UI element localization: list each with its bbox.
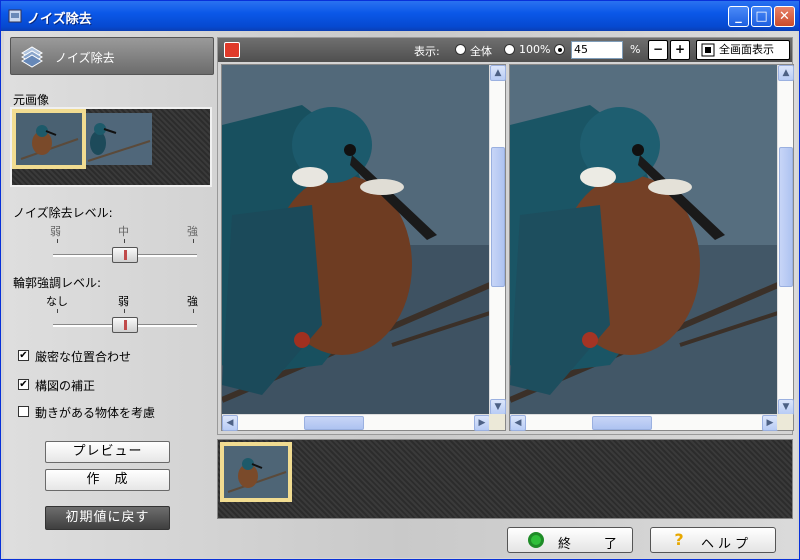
fullscreen-label: 全画面表示 [719,43,774,56]
horizontal-scroll-thumb[interactable] [304,416,364,430]
create-button[interactable]: 作 成 [45,469,170,491]
result-filmstrip [217,439,793,519]
scroll-up-icon[interactable]: ▲ [490,65,506,81]
vertical-scroll-thumb[interactable] [779,147,793,287]
before-horizontal-scrollbar[interactable]: ◀ ▶ [222,414,490,431]
zoom-out-icon[interactable]: − [648,40,668,60]
tick [193,239,194,243]
percent-label: % [630,43,641,56]
before-image [222,65,490,415]
scroll-right-icon[interactable]: ▶ [762,415,778,431]
edge-scale-none: なし [46,295,68,308]
reset-defaults-button[interactable]: 初期値に戻す [45,506,170,530]
source-thumbnail-1[interactable] [12,109,86,169]
image-viewer: 表示: 全体 100% 45 % − + 全画面表示 ▲ ▼ ◀ ▶ ▲ ▼ ◀… [217,37,794,435]
precise-align-checkbox[interactable]: ✔ [18,350,29,361]
precise-align-label: 厳密な位置合わせ [35,350,132,364]
bird-thumbnail-image [86,113,152,165]
source-thumbnails [10,107,212,187]
radio-100[interactable] [504,44,515,55]
zoom-spinbox[interactable]: 45 [571,41,623,59]
help-label: ヘルプ [701,537,753,552]
close-button[interactable]: ✕ [774,6,795,27]
minimize-button[interactable]: _ [728,6,749,27]
tick [57,239,58,243]
client-area: ノイズ除去 元画像 ノイズ除去レベル: 弱 中 強 輪郭強調レベル: なし 弱 … [4,31,797,558]
bird-thumbnail-image [16,113,82,165]
radio-100-label: 100% [519,43,551,56]
noise-scale-weak: 弱 [50,225,61,238]
moving-object-checkbox[interactable] [18,406,29,417]
radio-fit-all[interactable] [455,44,466,55]
noise-scale-mid: 中 [118,225,129,238]
scroll-right-icon[interactable]: ▶ [474,415,490,431]
after-image [510,65,778,415]
noise-scale-strong: 強 [187,225,198,238]
tick [124,309,125,313]
feature-header: ノイズ除去 [10,37,214,75]
source-thumbnail-2[interactable] [86,113,152,165]
horizontal-scroll-thumb[interactable] [592,416,652,430]
exit-button[interactable]: 終 了 [507,527,633,553]
edge-scale-strong: 強 [187,295,198,308]
hand-icon[interactable] [224,42,240,58]
scroll-left-icon[interactable]: ◀ [222,415,238,431]
help-button[interactable]: ? ヘルプ [650,527,776,553]
composition-fix-label: 構図の補正 [35,379,96,393]
source-image-label: 元画像 [13,93,50,107]
window-title: ノイズ除去 [27,12,92,27]
fullscreen-icon [701,43,715,57]
edge-slider-thumb[interactable] [112,317,138,333]
radio-custom-zoom[interactable] [554,44,565,55]
moving-object-label: 動きがある物体を考慮 [35,406,156,420]
display-label: 表示: [414,45,440,58]
help-icon: ? [674,530,684,549]
app-icon [8,9,22,23]
result-thumbnail[interactable] [220,442,292,502]
scroll-down-icon[interactable]: ▼ [490,399,506,415]
bird-thumbnail-image [224,446,288,498]
tick [57,309,58,313]
app-window: ノイズ除去 _ □ ✕ ノイズ除去 元画像 ノイズ除去レベル: 弱 中 強 輪郭… [0,0,800,560]
exit-label: 終 了 [558,537,628,552]
noise-slider-thumb[interactable] [112,247,138,263]
stack-icon [21,46,43,68]
radio-fit-all-label: 全体 [470,45,492,58]
before-vertical-scrollbar[interactable]: ▲ ▼ [489,65,506,415]
edge-scale-weak: 弱 [118,295,129,308]
before-pane[interactable]: ▲ ▼ ◀ ▶ [221,64,506,431]
exit-icon [528,532,544,548]
noise-level-label: ノイズ除去レベル: [13,206,113,220]
zoom-in-icon[interactable]: + [670,40,690,60]
title-bar: ノイズ除去 _ □ ✕ [1,1,799,31]
scroll-down-icon[interactable]: ▼ [778,399,794,415]
scroll-corner [489,414,505,430]
viewer-toolbar: 表示: 全体 100% 45 % − + 全画面表示 [218,38,792,62]
after-vertical-scrollbar[interactable]: ▲ ▼ [777,65,794,415]
scroll-up-icon[interactable]: ▲ [778,65,794,81]
composition-fix-checkbox[interactable]: ✔ [18,379,29,390]
tick [124,239,125,243]
vertical-scroll-thumb[interactable] [491,147,505,287]
scroll-left-icon[interactable]: ◀ [510,415,526,431]
edge-level-label: 輪郭強調レベル: [13,276,102,290]
feature-title: ノイズ除去 [55,51,115,65]
preview-button[interactable]: プレビュー [45,441,170,463]
after-pane[interactable]: ▲ ▼ ◀ ▶ [509,64,794,431]
maximize-button[interactable]: □ [751,6,772,27]
scroll-corner [777,414,793,430]
after-horizontal-scrollbar[interactable]: ◀ ▶ [510,414,778,431]
zoom-value: 45 [574,43,588,56]
fullscreen-button[interactable]: 全画面表示 [696,40,790,60]
tick [193,309,194,313]
